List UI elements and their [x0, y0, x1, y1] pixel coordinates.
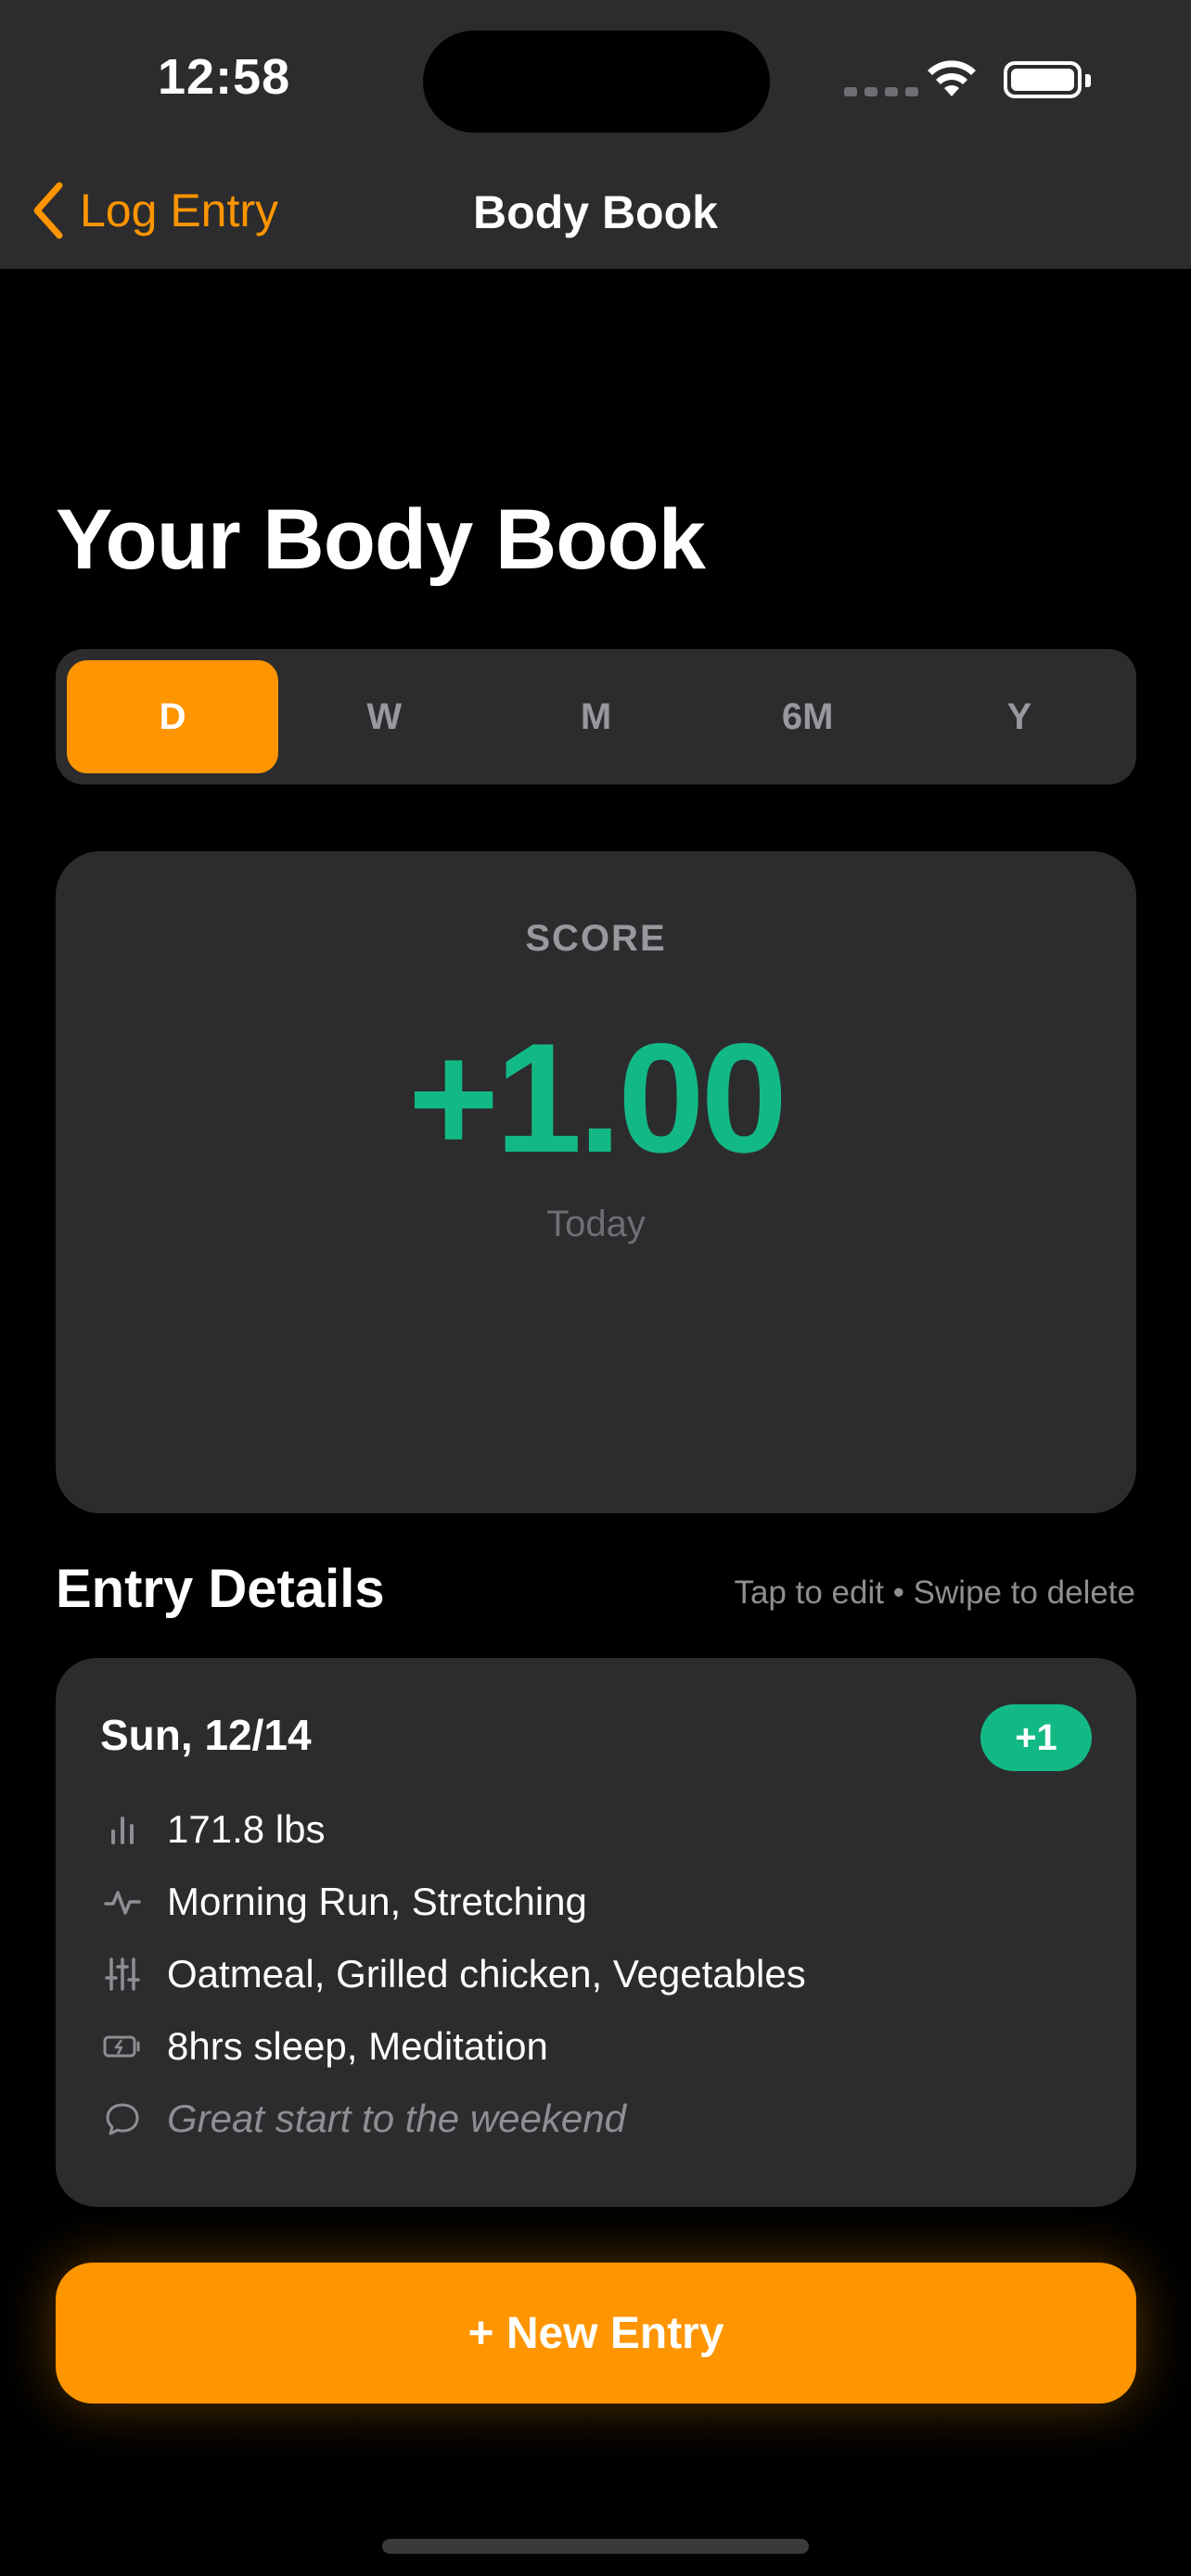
nav-title: Body Book [473, 186, 718, 238]
entry-weight-row: 171.8 lbs [100, 1797, 325, 1862]
entry-recovery: 8hrs sleep, Meditation [167, 2024, 548, 2068]
score-label: SCORE [525, 918, 667, 959]
entry-card[interactable]: Sun, 12/14 +1 171.8 lbs Morning Run, Str… [56, 1658, 1136, 2207]
entry-weight: 171.8 lbs [167, 1807, 326, 1851]
entry-food: Oatmeal, Grilled chicken, Vegetables [167, 1952, 806, 1996]
battery-charge-icon [100, 2024, 145, 2069]
battery-icon [1004, 61, 1091, 98]
dynamic-island [423, 31, 770, 133]
score-period: Today [546, 1204, 646, 1244]
range-tab-year[interactable]: Y [914, 660, 1125, 773]
score-card: SCORE +1.00 Today [56, 851, 1136, 1513]
wifi-icon [928, 60, 976, 96]
score-value: +1.00 [407, 1011, 788, 1185]
range-tab-day[interactable]: D [67, 660, 279, 773]
entry-activity: Morning Run, Stretching [167, 1880, 587, 1923]
entry-food-row: Oatmeal, Grilled chicken, Vegetables [100, 1942, 806, 2007]
sliders-icon [100, 1952, 145, 1996]
speech-bubble-icon [100, 2097, 145, 2141]
range-tab-month[interactable]: M [490, 660, 701, 773]
top-bar: 12:58 Log Entry Body Book [0, 0, 1191, 269]
new-entry-button[interactable]: + New Entry [56, 2263, 1136, 2404]
range-tab-6-months[interactable]: 6M [702, 660, 914, 773]
range-selector: D W M 6M Y [56, 649, 1136, 784]
page-title: Your Body Book [56, 492, 706, 587]
entry-details-title: Entry Details [56, 1559, 385, 1619]
range-tab-week[interactable]: W [278, 660, 490, 773]
entry-activity-row: Morning Run, Stretching [100, 1869, 587, 1934]
entry-details-hint: Tap to edit • Swipe to delete [734, 1575, 1135, 1611]
status-time: 12:58 [158, 49, 291, 105]
entry-date: Sun, 12/14 [100, 1711, 312, 1759]
entry-score-badge: +1 [980, 1704, 1092, 1771]
entry-note-row: Great start to the weekend [100, 2086, 626, 2151]
home-indicator[interactable] [382, 2539, 809, 2554]
chart-bars-icon [100, 1807, 145, 1852]
entry-note: Great start to the weekend [167, 2097, 626, 2140]
cellular-signal-icon [844, 87, 918, 96]
entry-recovery-row: 8hrs sleep, Meditation [100, 2014, 548, 2079]
pulse-icon [100, 1880, 145, 1924]
